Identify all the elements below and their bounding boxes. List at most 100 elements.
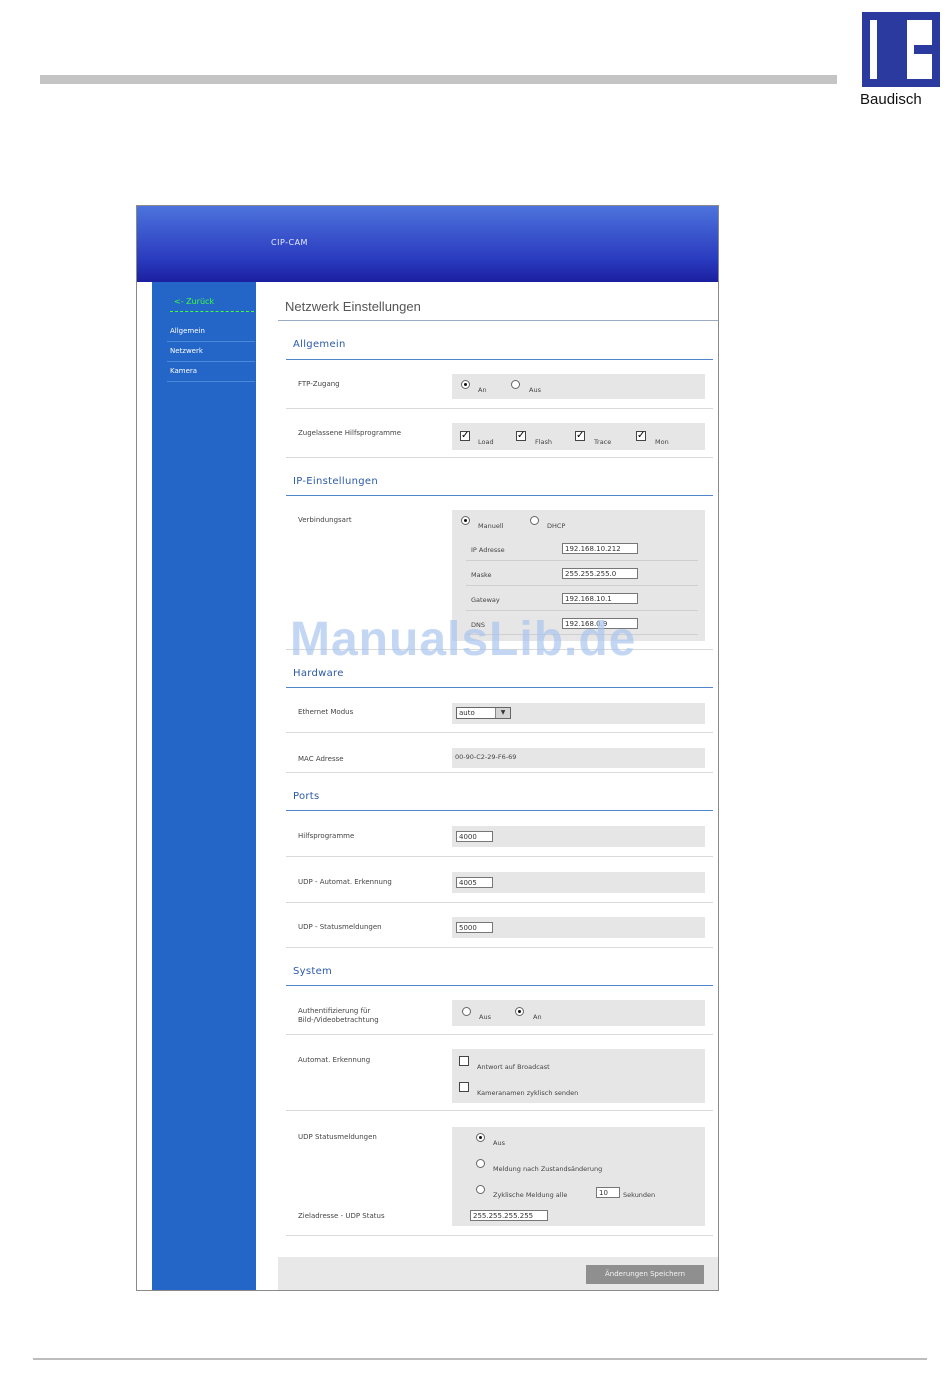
auth-on-label: An (533, 1013, 542, 1021)
manual-label: Manuell (478, 522, 504, 530)
field-divider (466, 610, 698, 611)
port-udp-detect-label: UDP - Automat. Erkennung (298, 878, 392, 886)
gateway-input[interactable]: 192.168.10.1 (562, 593, 638, 604)
ftp-off-radio[interactable] (511, 380, 520, 389)
ethernet-mode-select[interactable]: auto ▼ (456, 707, 511, 719)
footer-line (33, 1358, 927, 1360)
mask-label: Maske (471, 571, 492, 579)
udp-status-cyclic-label: Zyklische Meldung alle (493, 1191, 568, 1199)
ftp-off-label: Aus (529, 386, 541, 394)
mac-address-label: MAC Adresse (298, 755, 344, 763)
section-title-hardware: Hardware (293, 668, 344, 679)
target-address-label: Zieladresse - UDP Status (298, 1212, 385, 1220)
watermark: ManualsLib.de (290, 613, 637, 666)
mac-address-box: 00-90-C2-29-F6-69 (452, 748, 705, 768)
row-divider (286, 1235, 713, 1236)
udp-status-off-radio[interactable] (476, 1133, 485, 1142)
ftp-label: FTP-Zugang (298, 380, 340, 388)
app-banner: CIP-CAM (137, 206, 718, 282)
section-divider (286, 687, 713, 688)
udp-status-change-radio[interactable] (476, 1159, 485, 1168)
sidebar-divider (167, 341, 255, 342)
chevron-down-icon: ▼ (495, 708, 510, 718)
row-divider (286, 457, 713, 458)
port-udp-status-label: UDP - Statusmeldungen (298, 923, 382, 931)
mon-checkbox[interactable]: ✓ (636, 431, 646, 441)
section-divider (286, 359, 713, 360)
row-divider (286, 732, 713, 733)
port-udp-detect-box: 4005 (452, 872, 705, 893)
flash-label: Flash (535, 438, 553, 446)
dhcp-label: DHCP (547, 522, 566, 530)
sidebar: <- Zurück Allgemein Netzwerk Kamera (152, 282, 256, 1290)
row-divider (286, 772, 713, 773)
interval-unit: Sekunden (623, 1191, 656, 1199)
section-title-allgemein: Allgemein (293, 339, 346, 350)
trace-checkbox[interactable]: ✓ (575, 431, 585, 441)
ftp-on-radio[interactable] (461, 380, 470, 389)
load-label: Load (478, 438, 494, 446)
header-bar (40, 75, 837, 84)
connection-type-label: Verbindungsart (298, 516, 352, 524)
title-divider (278, 320, 718, 321)
field-divider (466, 585, 698, 586)
port-helpers-input[interactable]: 4000 (456, 831, 493, 842)
sidebar-item-kamera[interactable]: Kamera (170, 367, 197, 375)
row-divider (286, 1110, 713, 1111)
gateway-label: Gateway (471, 596, 500, 604)
section-title-system: System (293, 966, 333, 977)
app-title: CIP-CAM (271, 238, 308, 247)
dhcp-radio[interactable] (530, 516, 539, 525)
helpers-label: Zugelassene Hilfsprogramme (298, 429, 402, 437)
port-udp-detect-input[interactable]: 4005 (456, 877, 493, 888)
manual-radio[interactable] (461, 516, 470, 525)
helpers-options: ✓ Load ✓ Flash ✓ Trace ✓ Mon (452, 423, 705, 450)
row-divider (286, 902, 713, 903)
baudisch-logo (862, 12, 940, 87)
flash-checkbox[interactable]: ✓ (516, 431, 526, 441)
trace-label: Trace (594, 438, 612, 446)
section-divider (286, 985, 713, 986)
camera-name-checkbox[interactable] (459, 1082, 469, 1092)
field-divider (466, 560, 698, 561)
auth-off-radio[interactable] (462, 1007, 471, 1016)
autodetect-options: Antwort auf Broadcast Kameranamen zyklis… (452, 1049, 705, 1103)
udp-status-off-label: Aus (493, 1139, 505, 1147)
save-button[interactable]: Änderungen Speichern (586, 1265, 704, 1284)
section-divider (286, 495, 713, 496)
back-link[interactable]: <- Zurück (174, 297, 214, 306)
broadcast-checkbox[interactable] (459, 1056, 469, 1066)
main-content: Netzwerk Einstellungen Allgemein FTP-Zug… (278, 282, 718, 1290)
port-udp-status-input[interactable]: 5000 (456, 922, 493, 933)
udp-status-label: UDP Statusmeldungen (298, 1133, 377, 1141)
auth-on-radio[interactable] (515, 1007, 524, 1016)
port-helpers-label: Hilfsprogramme (298, 832, 355, 840)
mon-label: Mon (655, 438, 669, 446)
autodetect-label: Automat. Erkennung (298, 1056, 371, 1064)
load-checkbox[interactable]: ✓ (460, 431, 470, 441)
screenshot-frame: CIP-CAM <- Zurück Allgemein Netzwerk Kam… (136, 205, 719, 1291)
mac-address-value: 00-90-C2-29-F6-69 (455, 753, 517, 761)
target-address-input[interactable]: 255.255.255.255 (470, 1210, 548, 1221)
section-divider (286, 810, 713, 811)
sidebar-item-allgemein[interactable]: Allgemein (170, 327, 205, 335)
port-helpers-box: 4000 (452, 826, 705, 847)
ftp-on-label: An (478, 386, 487, 394)
logo-brand-text: Baudisch (860, 91, 922, 108)
broadcast-label: Antwort auf Broadcast (477, 1063, 550, 1071)
sidebar-item-netzwerk[interactable]: Netzwerk (170, 347, 203, 355)
mask-input[interactable]: 255.255.255.0 (562, 568, 638, 579)
auth-off-label: Aus (479, 1013, 491, 1021)
ftp-options: An Aus (452, 374, 705, 399)
auth-label-line2: Bild-/Videobetrachtung (298, 1016, 379, 1024)
section-title-ip: IP-Einstellungen (293, 476, 378, 487)
udp-status-change-label: Meldung nach Zustandsänderung (493, 1165, 603, 1173)
ip-address-input[interactable]: 192.168.10.212 (562, 543, 638, 554)
page-title: Netzwerk Einstellungen (285, 299, 421, 314)
udp-status-cyclic-radio[interactable] (476, 1185, 485, 1194)
sidebar-divider (167, 381, 255, 382)
row-divider (286, 408, 713, 409)
interval-input[interactable]: 10 (596, 1187, 620, 1198)
save-bar: Änderungen Speichern (278, 1257, 718, 1290)
back-link-underline (170, 311, 254, 312)
